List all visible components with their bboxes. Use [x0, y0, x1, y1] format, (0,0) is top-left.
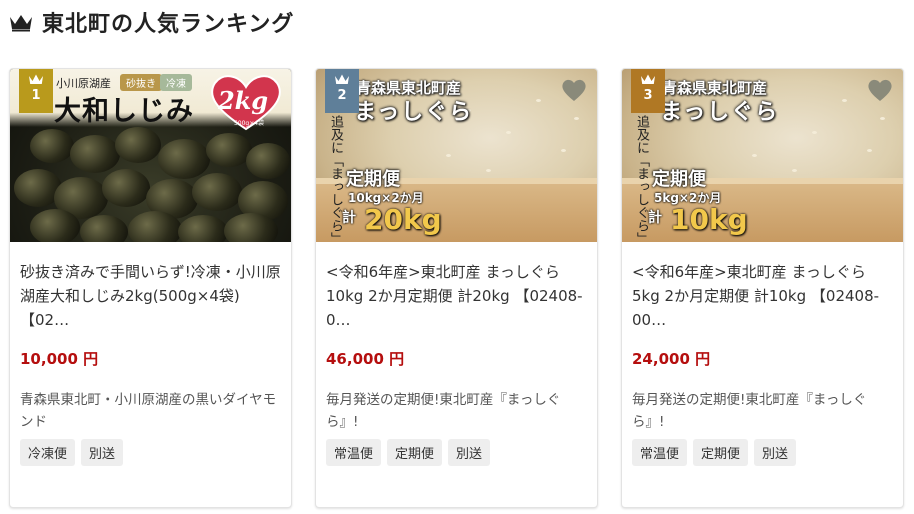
image-brand-name: まっしぐら — [354, 99, 474, 125]
image-vertical-copy: 追及に「まっしぐら」 — [328, 115, 343, 242]
product-title[interactable]: 砂抜き済みで手間いらず!冷凍・小川原湖産大和しじみ2kg(500g×4袋) 【0… — [20, 260, 281, 332]
weight-heart-graphic: 2kg 500g×4袋 — [211, 75, 281, 131]
product-price: 46,000 円 — [326, 350, 405, 368]
product-title[interactable]: <令和6年産>東北町産 まっしぐら 5kg 2か月定期便 計10kg 【0240… — [632, 260, 893, 332]
product-description: 青森県東北町・小川原湖産の黒いダイヤモンド — [20, 392, 277, 430]
heart-icon[interactable] — [559, 75, 589, 105]
product-price: 24,000 円 — [632, 350, 711, 368]
ranking-header: 東北町の人気ランキング — [8, 4, 294, 40]
ranking-card-2[interactable]: 青森県東北町産 まっしぐら 追及に「まっしぐら」 定期便 10kg×2か月 計 … — [315, 68, 598, 508]
product-image[interactable]: 青森県東北町産 まっしぐら 追及に「まっしぐら」 定期便 10kg×2か月 計 … — [316, 69, 597, 242]
rank-number: 2 — [337, 88, 347, 103]
tag-separate-shipping: 別送 — [448, 439, 491, 466]
image-total-label: 計 — [342, 210, 356, 226]
section-title: 東北町の人気ランキング — [42, 12, 295, 37]
tag-room-temp-delivery: 常温便 — [632, 439, 688, 466]
ranking-card-1[interactable]: 小川原湖産 砂抜き 冷凍 大和しじみ 2kg 500g×4袋 1 砂抜き済みで手… — [9, 68, 292, 508]
image-total-amount: 10kg — [670, 203, 748, 236]
tag-list: 常温便 定期便 別送 — [326, 439, 587, 466]
image-vertical-copy: 追及に「まっしぐら」 — [634, 115, 649, 242]
tag-room-temp-delivery: 常温便 — [326, 439, 382, 466]
product-description: 毎月発送の定期便!東北町産『まっしぐら』! — [632, 392, 867, 430]
image-teiki-label: 定期便 — [652, 169, 706, 190]
crown-icon — [641, 74, 655, 84]
product-title[interactable]: <令和6年産>東北町産 まっしぐら 10kg 2か月定期便 計20kg 【024… — [326, 260, 587, 332]
product-image[interactable]: 青森県東北町産 まっしぐら 追及に「まっしぐら」 定期便 5kg×2か月 計 1… — [622, 69, 903, 242]
rank-number: 3 — [643, 88, 653, 103]
tag-subscription: 定期便 — [693, 439, 749, 466]
tag-separate-shipping: 別送 — [81, 439, 124, 466]
product-price: 10,000 円 — [20, 350, 99, 368]
crown-icon — [29, 74, 43, 84]
image-total-label: 計 — [648, 210, 662, 226]
image-weight-note: 500g×4袋 — [234, 119, 264, 127]
crown-icon — [10, 15, 32, 32]
product-description: 毎月発送の定期便!東北町産『まっしぐら』! — [326, 392, 561, 430]
product-image[interactable]: 小川原湖産 砂抜き 冷凍 大和しじみ 2kg 500g×4袋 1 — [10, 69, 291, 242]
rank-badge: 2 — [325, 69, 359, 113]
image-weight: 2kg — [217, 86, 268, 115]
image-product-name: 大和しじみ — [54, 96, 194, 127]
ranking-card-3[interactable]: 青森県東北町産 まっしぐら 追及に「まっしぐら」 定期便 5kg×2か月 計 1… — [621, 68, 904, 508]
tag-separate-shipping: 別送 — [754, 439, 797, 466]
crown-icon — [335, 74, 349, 84]
heart-icon[interactable] — [865, 75, 895, 105]
tag-list: 常温便 定期便 別送 — [632, 439, 893, 466]
rank-badge: 1 — [19, 69, 53, 113]
tag-list: 冷凍便 別送 — [20, 439, 281, 466]
image-teiki-label: 定期便 — [346, 169, 400, 190]
tag-frozen-delivery: 冷凍便 — [20, 439, 76, 466]
image-total-amount: 20kg — [364, 203, 442, 236]
rank-number: 1 — [31, 88, 41, 103]
rank-badge: 3 — [631, 69, 665, 113]
image-brand-name: まっしぐら — [660, 99, 780, 125]
tag-subscription: 定期便 — [387, 439, 443, 466]
